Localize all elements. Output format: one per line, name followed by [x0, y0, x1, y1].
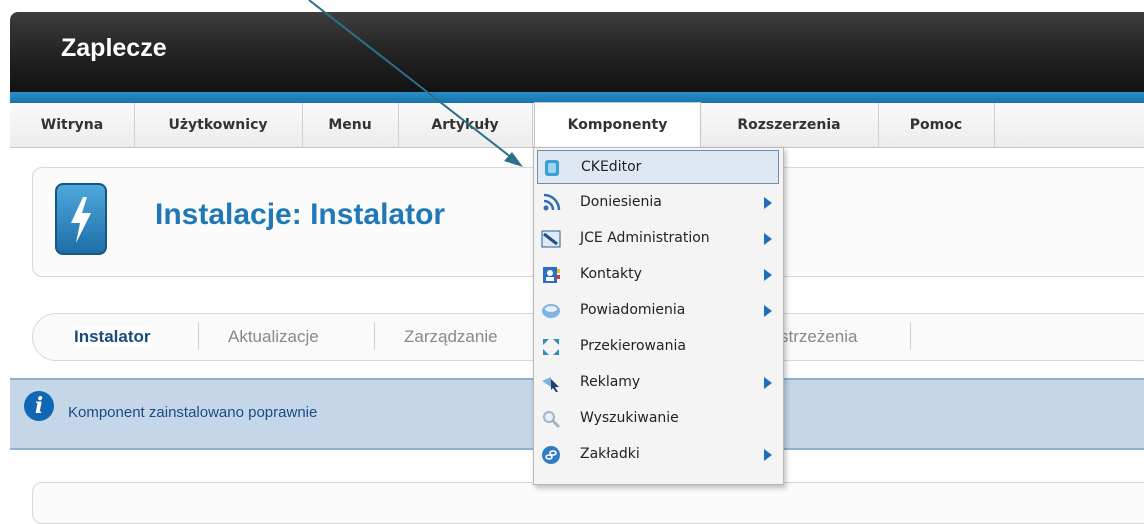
annotation-arrow	[308, 0, 523, 167]
